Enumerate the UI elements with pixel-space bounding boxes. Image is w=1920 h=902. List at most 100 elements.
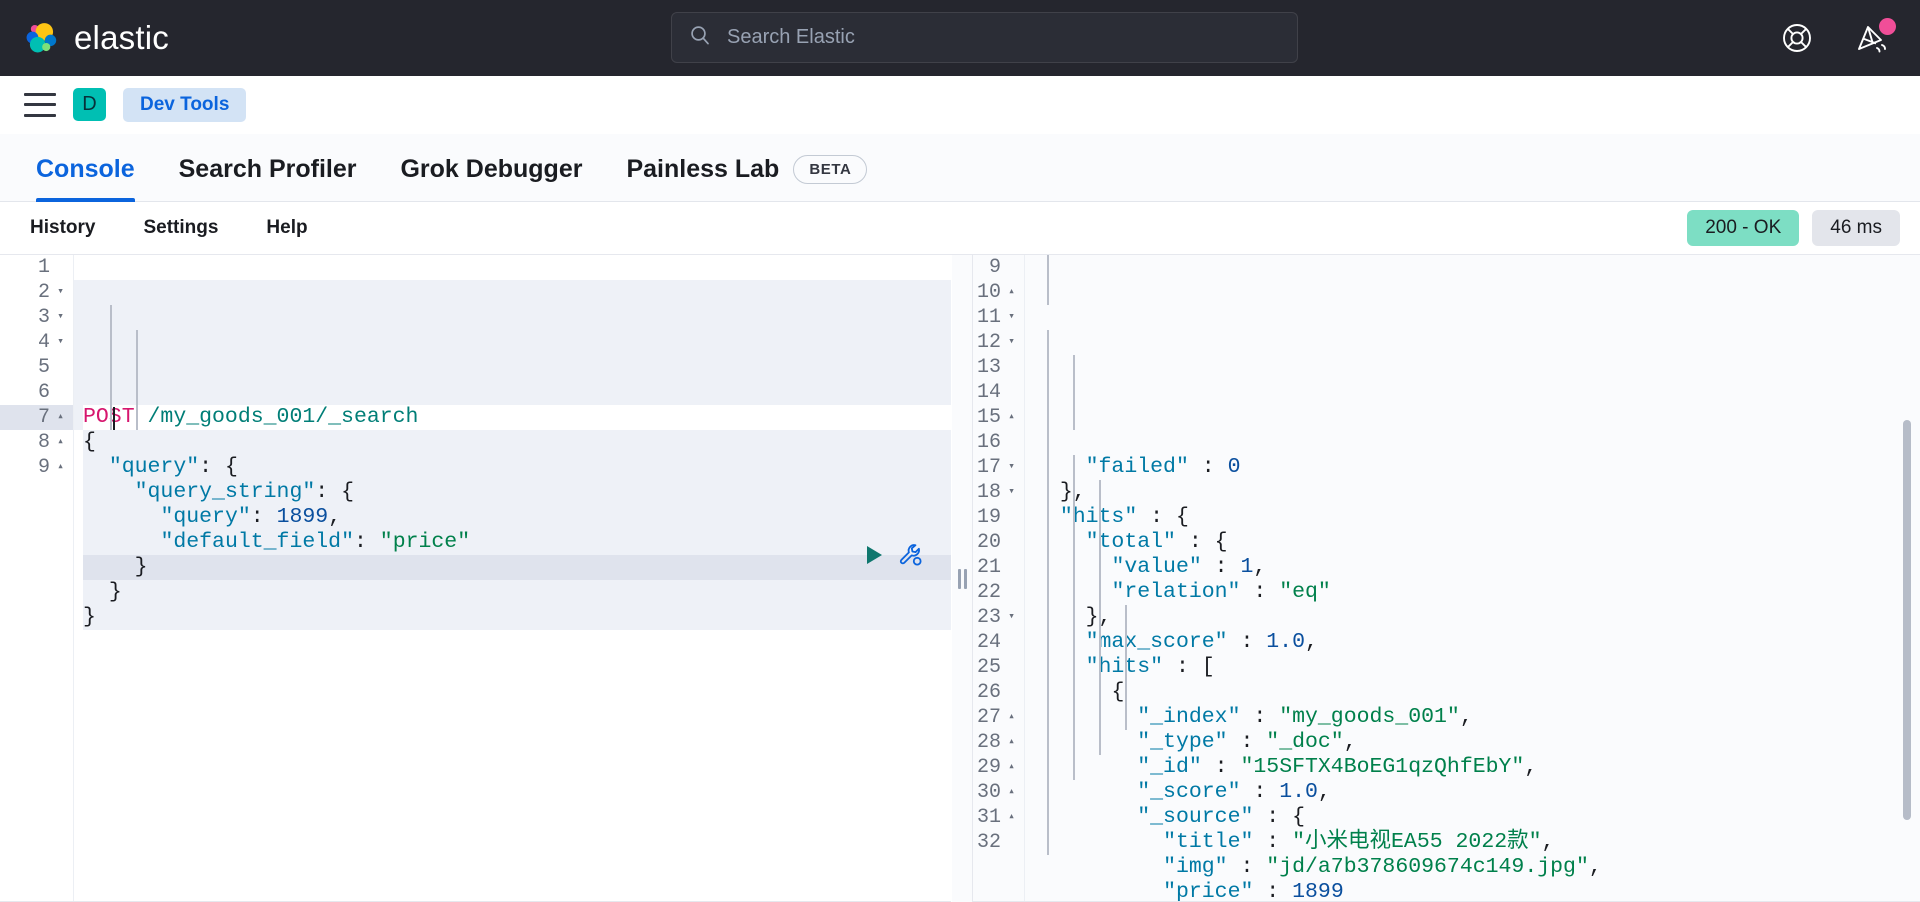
code-line: "title" : "小米电视EA55 2022款", — [1163, 830, 1555, 854]
fold-toggle-icon[interactable]: ▴ — [54, 412, 67, 423]
line-number: 3 ▾ — [0, 305, 73, 330]
code-line: "failed" : 0 — [1085, 455, 1241, 479]
indent-guide — [1073, 455, 1075, 780]
code-line: "hits" : { — [1060, 505, 1189, 529]
line-number: 5· — [37, 356, 50, 379]
status-duration-badge: 46 ms — [1812, 210, 1900, 246]
tab-painless-lab-label: Painless Lab — [626, 155, 780, 183]
code-line: "_index" : "my_goods_001", — [1137, 705, 1473, 729]
code-line: } — [83, 605, 951, 630]
code-line: "relation" : "eq" — [1111, 580, 1331, 604]
indent-guide — [1099, 480, 1101, 755]
fold-toggle-icon[interactable]: ▴ — [54, 462, 67, 473]
brand-area[interactable]: elastic — [22, 19, 169, 57]
fold-toggle-icon[interactable]: ▾ — [1005, 612, 1018, 623]
tab-console[interactable]: Console — [14, 155, 157, 202]
fold-toggle-icon[interactable]: ▴ — [1005, 787, 1018, 798]
menu-settings[interactable]: Settings — [137, 216, 224, 240]
global-search[interactable] — [671, 12, 1298, 63]
indent-guide — [110, 305, 112, 430]
tab-painless-lab[interactable]: Painless Lab BETA — [604, 155, 889, 201]
tab-search-profiler[interactable]: Search Profiler — [157, 155, 379, 201]
code-line: "hits" : [ — [1086, 655, 1215, 679]
response-vertical-scrollbar[interactable] — [1903, 420, 1911, 820]
code-line: "max_score" : 1.0, — [1085, 630, 1318, 654]
fold-toggle-icon[interactable]: ▾ — [1005, 487, 1018, 498]
status-code-badge: 200 - OK — [1687, 210, 1800, 246]
fold-toggle-icon[interactable]: ▴ — [1005, 737, 1018, 748]
fold-toggle-icon[interactable]: ▴ — [1005, 287, 1018, 298]
line-number: 4 ▾ — [0, 330, 73, 355]
response-editor-pane[interactable]: 9·10▴11▾12▾13·14·15▴16·17▾18▾19·20·21·22… — [951, 255, 1920, 902]
response-code[interactable]: "failed" : 0 }, "hits" : { "total" : { "… — [1025, 255, 1920, 902]
request-editor-pane[interactable]: 1·2▾3▾4▾5·6·7▴8▴9▴ POST /my_goods_001/_s… — [0, 255, 951, 902]
fold-toggle-icon[interactable]: ▾ — [1005, 337, 1018, 348]
global-search-box[interactable] — [671, 12, 1298, 63]
code-line: { — [83, 430, 951, 455]
tab-console-label: Console — [36, 155, 135, 183]
search-icon — [688, 23, 712, 52]
code-line: "_score" : 1.0, — [1137, 780, 1331, 804]
line-number: 1· — [37, 256, 50, 279]
notification-dot — [1879, 18, 1896, 35]
request-gutter[interactable]: 1·2▾3▾4▾5·6·7▴8▴9▴ — [0, 255, 74, 902]
pane-splitter[interactable] — [951, 255, 973, 902]
request-run-actions — [862, 542, 924, 568]
code-line: { — [1111, 680, 1125, 704]
fold-toggle-icon[interactable]: ▴ — [1005, 412, 1018, 423]
text-caret — [113, 407, 115, 430]
fold-toggle-icon[interactable]: ▴ — [1005, 712, 1018, 723]
menu-history[interactable]: History — [24, 216, 101, 240]
brand-name: elastic — [74, 19, 169, 56]
code-line: "query": { — [83, 455, 951, 480]
lifebuoy-help-icon[interactable] — [1780, 21, 1814, 55]
indent-guide — [136, 330, 138, 430]
space-avatar[interactable]: D — [73, 88, 106, 121]
line-number: 8 ▴ — [0, 430, 73, 455]
hamburger-menu-icon[interactable] — [24, 92, 56, 117]
tab-grok-debugger-label: Grok Debugger — [400, 155, 583, 183]
code-line: "_id" : "15SFTX4BoEG1qzQhfEbY", — [1137, 755, 1538, 779]
drag-handle-vertical-icon — [957, 568, 967, 589]
line-number: 9 ▴ — [0, 455, 73, 480]
elastic-logo-icon — [22, 19, 60, 57]
line-number: 2 ▾ — [0, 280, 73, 305]
line-number: 7 ▴ — [0, 405, 73, 430]
line-number: 6· — [37, 381, 50, 404]
fold-toggle-icon[interactable]: ▾ — [1005, 312, 1018, 323]
header-actions — [1780, 0, 1896, 76]
request-code[interactable]: POST /my_goods_001/_search{ "query": { "… — [74, 255, 951, 902]
breadcrumb-bar: D Dev Tools — [0, 76, 1920, 134]
indent-guide — [1047, 330, 1049, 855]
code-line: "query": 1899, — [83, 505, 951, 530]
code-line: "default_field": "price" — [83, 530, 951, 555]
code-line: "value" : 1, — [1111, 555, 1267, 579]
fold-toggle-icon[interactable]: ▾ — [54, 312, 67, 323]
fold-toggle-icon[interactable]: ▴ — [1005, 812, 1018, 823]
indent-guide — [1125, 605, 1127, 730]
tab-grok-debugger[interactable]: Grok Debugger — [378, 155, 604, 201]
announcement-megaphone-icon[interactable] — [1854, 18, 1896, 55]
wrench-tools-icon[interactable] — [898, 542, 924, 568]
code-line: "price" : 1899 — [1163, 880, 1344, 902]
response-status-group: 200 - OK 46 ms — [1687, 210, 1900, 246]
indent-guide — [1073, 355, 1075, 430]
breadcrumb-dev-tools[interactable]: Dev Tools — [123, 87, 247, 122]
app-tabs: Console Search Profiler Grok Debugger Pa… — [0, 134, 1920, 202]
fold-toggle-icon[interactable]: ▾ — [54, 287, 67, 298]
fold-toggle-icon[interactable]: ▴ — [1005, 762, 1018, 773]
fold-toggle-icon[interactable]: ▾ — [54, 337, 67, 348]
fold-toggle-icon[interactable]: ▾ — [1005, 462, 1018, 473]
fold-toggle-icon[interactable]: ▴ — [54, 437, 67, 448]
code-line: } — [83, 555, 951, 580]
global-search-input[interactable] — [725, 25, 1245, 50]
code-line: }, — [1059, 480, 1086, 504]
console-menu-bar: History Settings Help 200 - OK 46 ms — [0, 202, 1920, 254]
code-line: "query_string": { — [83, 480, 951, 505]
code-line: "_type" : "_doc", — [1137, 730, 1357, 754]
tab-search-profiler-label: Search Profiler — [178, 155, 357, 183]
menu-help[interactable]: Help — [260, 216, 313, 240]
play-run-icon[interactable] — [862, 543, 886, 567]
code-line: } — [83, 580, 951, 605]
code-line: }, — [1085, 605, 1112, 629]
